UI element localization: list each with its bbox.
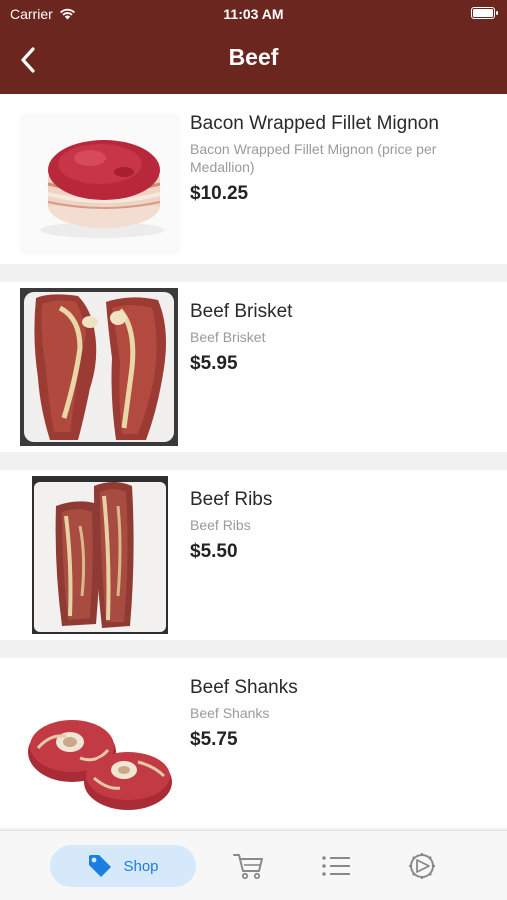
product-name: Beef Brisket <box>190 301 293 322</box>
page-title: Beef <box>228 44 279 70</box>
product-item-beef-shanks[interactable]: Beef Shanks Beef Shanks $5.75 <box>0 658 507 828</box>
header: Carrier 11:03 AM Beef <box>0 0 507 94</box>
product-item-bacon-wrapped-fillet[interactable]: Bacon Wrapped Fillet Mignon Bacon Wrappe… <box>0 94 507 264</box>
cart-icon <box>233 854 263 880</box>
tab-shop-label: Shop <box>123 857 159 875</box>
product-price: $10.25 <box>190 183 249 204</box>
tab-bar: Shop <box>0 830 507 900</box>
tab-cart[interactable] <box>228 845 268 887</box>
product-description: Bacon Wrapped Fillet Mignon (price per M… <box>190 141 437 175</box>
beef-brisket-image <box>20 288 178 446</box>
list-icon <box>322 856 350 876</box>
product-item-beef-brisket[interactable]: Beef Brisket Beef Brisket $5.95 <box>0 282 507 452</box>
tab-settings[interactable] <box>402 845 442 887</box>
product-list[interactable]: Bacon Wrapped Fillet Mignon Bacon Wrappe… <box>0 94 507 830</box>
product-name: Beef Ribs <box>190 489 273 510</box>
product-description: Beef Ribs <box>190 517 251 533</box>
settings-icon <box>409 853 435 879</box>
product-info: Beef Ribs Beef Ribs $5.50 <box>190 488 477 564</box>
product-price: $5.75 <box>190 729 238 750</box>
product-name: Bacon Wrapped Fillet Mignon <box>190 113 439 134</box>
nav-bar: Beef <box>0 28 507 94</box>
tab-shop[interactable]: Shop <box>50 845 196 887</box>
status-time: 11:03 AM <box>223 6 284 22</box>
product-item-beef-ribs[interactable]: Beef Ribs Beef Ribs $5.50 <box>0 470 507 640</box>
beef-ribs-image <box>32 476 168 634</box>
product-info: Bacon Wrapped Fillet Mignon Bacon Wrappe… <box>190 112 477 206</box>
battery-icon <box>471 7 498 19</box>
product-info: Beef Brisket Beef Brisket $5.95 <box>190 300 477 376</box>
product-price: $5.50 <box>190 541 238 562</box>
product-description: Beef Shanks <box>190 705 270 721</box>
status-bar: Carrier 11:03 AM <box>0 0 507 28</box>
beef-shanks-image <box>20 678 180 818</box>
bacon-wrapped-fillet-image <box>20 114 180 254</box>
product-name: Beef Shanks <box>190 677 298 698</box>
tab-orders[interactable] <box>316 845 356 887</box>
tag-icon <box>89 855 112 877</box>
product-info: Beef Shanks Beef Shanks $5.75 <box>190 676 477 752</box>
product-description: Beef Brisket <box>190 329 266 345</box>
product-price: $5.95 <box>190 353 238 374</box>
